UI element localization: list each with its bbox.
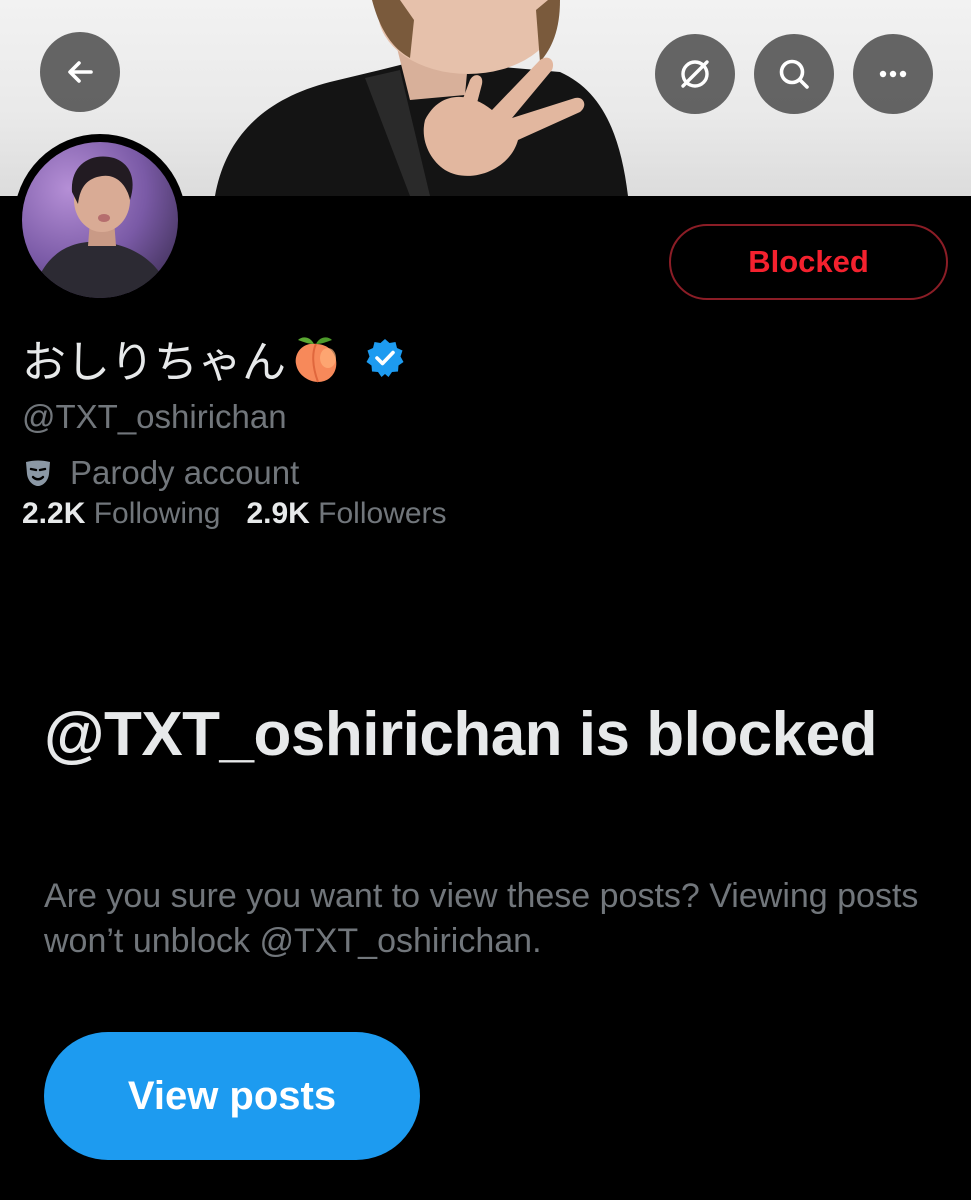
more-button[interactable] [853, 34, 933, 114]
followers-count: 2.9K [246, 497, 310, 530]
search-icon [779, 59, 809, 89]
followers-link[interactable]: 2.9K Followers [246, 497, 446, 530]
view-posts-button[interactable]: View posts [44, 1032, 420, 1160]
search-button[interactable] [754, 34, 834, 114]
profile-avatar[interactable] [14, 134, 186, 306]
back-button[interactable] [40, 32, 120, 112]
profile-stats: 2.2K Following 2.9K Followers [22, 497, 447, 531]
theater-mask-icon [26, 460, 50, 486]
peach-icon [295, 337, 337, 383]
grok-button[interactable] [655, 34, 735, 114]
arrow-left-icon [68, 61, 93, 83]
following-count: 2.2K [22, 497, 86, 530]
followers-label: Followers [318, 497, 447, 530]
display-name: おしりちゃん [22, 338, 286, 387]
blocked-button[interactable]: Blocked [669, 224, 948, 300]
blocked-notice-title: @TXT_oshirichan is blocked [44, 700, 878, 769]
profile-handle: @TXT_oshirichan [22, 398, 287, 435]
display-name-row: おしりちゃん [22, 328, 406, 388]
blocked-notice-description: Are you sure you want to view these post… [44, 877, 919, 960]
parody-label-row: Parody account [22, 454, 299, 492]
avatar-photo [22, 142, 178, 298]
following-link[interactable]: 2.2K Following [22, 497, 220, 530]
more-horizontal-icon [879, 70, 907, 78]
parody-label: Parody account [70, 454, 300, 491]
following-label: Following [93, 497, 221, 530]
grok-icon [681, 60, 709, 88]
verified-badge-icon [366, 339, 404, 377]
